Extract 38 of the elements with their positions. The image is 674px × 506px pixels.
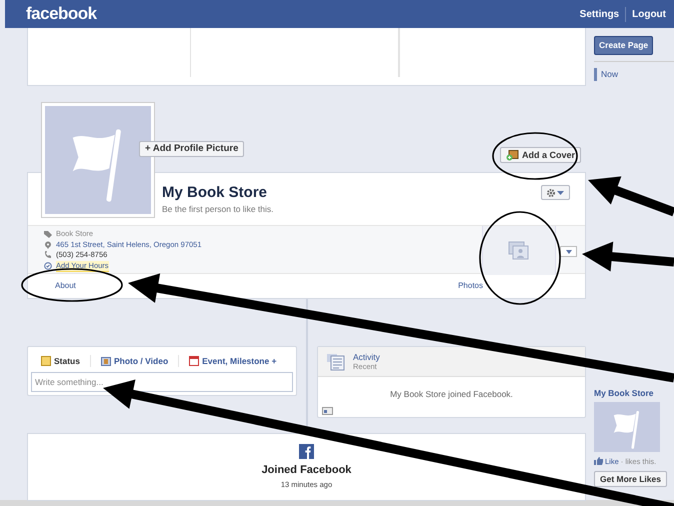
document-icon [326, 352, 346, 370]
photo-icon [100, 356, 111, 366]
status-input[interactable]: Write something... [31, 372, 293, 392]
dropdown-button[interactable] [560, 246, 577, 257]
page-name-link[interactable]: My Book Store [594, 386, 674, 400]
header-link[interactable]: Settings [580, 6, 620, 22]
timeline-item[interactable]: Now [594, 68, 674, 81]
story-title: Joined Facebook [262, 463, 352, 478]
gear-icon [547, 188, 555, 196]
activity-title[interactable]: Activity [353, 352, 380, 362]
phone-icon [44, 251, 52, 260]
calendar-icon [322, 406, 333, 415]
page-name: My Book Store [162, 184, 268, 201]
caret-icon [566, 250, 572, 254]
pin-icon [44, 240, 52, 249]
composer-tab[interactable]: Photo / Video [90, 354, 180, 368]
about-link[interactable]: About [55, 280, 76, 292]
get-more-likes-button[interactable]: Get More Likes [594, 470, 667, 487]
add-photo-icon [506, 150, 519, 160]
caret-icon [557, 190, 564, 194]
activity-message: My Book Store joined Facebook. [389, 388, 514, 401]
note-icon [41, 356, 51, 366]
facebook-icon [299, 444, 314, 459]
composer-tab[interactable]: Event, Milestone + [179, 354, 287, 368]
calendar-icon [189, 356, 200, 366]
photos-icon [508, 240, 530, 260]
logo[interactable]: facebook [26, 1, 97, 27]
header-link[interactable]: Logout [625, 6, 666, 22]
create-page-button[interactable]: Create Page [594, 36, 654, 55]
add-profile-picture-button[interactable]: + Add Profile Picture [139, 141, 244, 157]
thumbs-up-icon [594, 457, 603, 466]
settings-button[interactable] [541, 185, 570, 200]
composer-tab[interactable]: Status [31, 354, 91, 368]
photos-link[interactable]: Photos [458, 280, 483, 292]
tag-icon [44, 230, 52, 238]
add-cover-button[interactable]: Add a Cover [500, 147, 582, 163]
photos-thumbnail[interactable] [482, 226, 556, 275]
likes-summary: Be the first person to like this. [162, 202, 274, 216]
